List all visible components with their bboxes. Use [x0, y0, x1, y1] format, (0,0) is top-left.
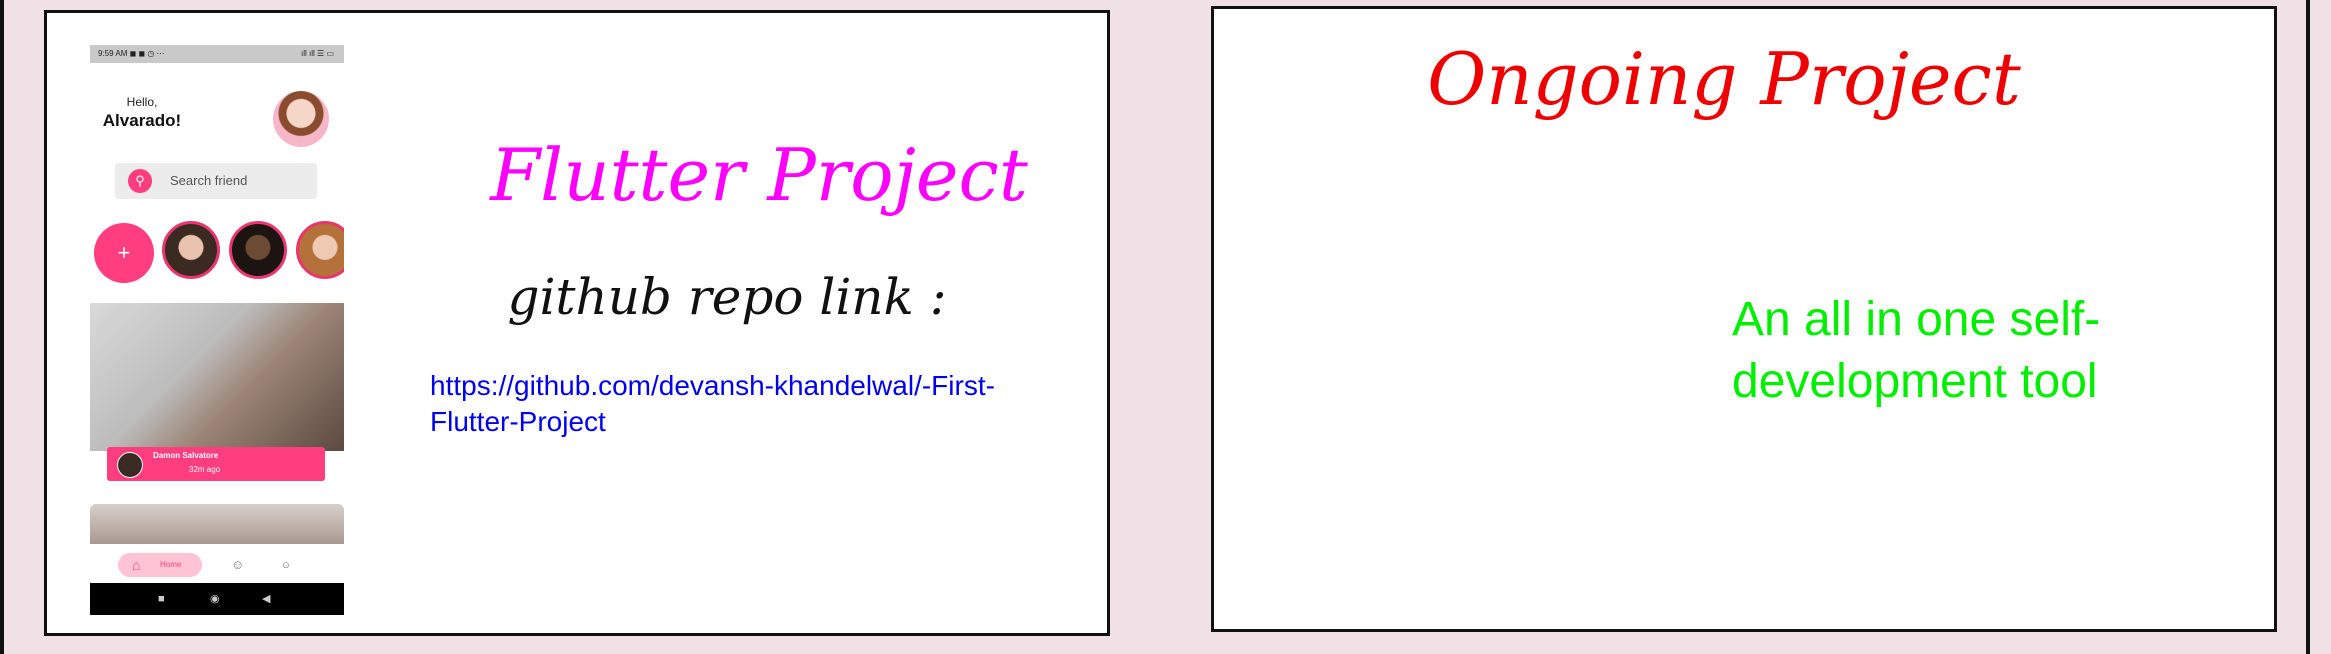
back-icon[interactable]: ◀	[262, 583, 270, 615]
ongoing-project-slide: Ongoing Project An all in one self-devel…	[1211, 6, 2277, 632]
status-bar: 9:59 AM ◼ ◼ ◷ ⋯ ıll ıll ☰ ▭	[90, 45, 344, 63]
post-author-bar[interactable]: Damon Salvatore 32m ago	[107, 447, 325, 481]
post-image[interactable]	[90, 303, 344, 451]
right-edge-line	[2306, 0, 2310, 654]
phone-screenshot: 9:59 AM ◼ ◼ ◷ ⋯ ıll ıll ☰ ▭ Hello, Alvar…	[90, 45, 344, 615]
add-story-button[interactable]: +	[94, 223, 154, 283]
bottom-nav: ⌂ Home ☺ ○	[90, 545, 344, 583]
flutter-project-title: Flutter Project	[490, 133, 1028, 217]
left-edge-line	[0, 0, 4, 654]
search-placeholder: Search friend	[170, 173, 248, 188]
story-avatar[interactable]	[162, 221, 220, 279]
repo-label: github repo link :	[507, 268, 947, 326]
project-description: An all in one self-development tool	[1732, 293, 2101, 408]
post-image-next[interactable]	[90, 504, 344, 544]
user-name: Alvarado!	[102, 111, 182, 130]
post-author-name: Damon Salvatore	[153, 451, 219, 460]
status-time: 9:59 AM ◼ ◼ ◷ ⋯	[98, 49, 165, 58]
post-time: 32m ago	[189, 465, 221, 474]
status-system-icons: ıll ıll ☰ ▭	[301, 49, 334, 58]
profile-avatar[interactable]	[273, 91, 329, 147]
ongoing-project-title: Ongoing Project	[1427, 37, 2021, 121]
chat-icon[interactable]: ○	[282, 553, 290, 577]
post-author-avatar	[117, 452, 143, 478]
nav-home-button[interactable]: ⌂ Home	[118, 553, 202, 577]
story-avatar[interactable]	[296, 221, 344, 279]
search-icon: ⚲	[128, 169, 152, 193]
search-bar[interactable]: ⚲ Search friend	[115, 163, 317, 199]
nav-home-label: Home	[160, 560, 182, 569]
recent-apps-icon[interactable]: ■	[158, 583, 165, 615]
profile-icon[interactable]: ☺	[231, 553, 244, 577]
home-circle-icon[interactable]: ◉	[210, 583, 220, 615]
system-nav-bar: ■ ◉ ◀	[90, 583, 344, 615]
repo-link[interactable]: https://github.com/devansh-khandelwal/-F…	[430, 368, 1070, 440]
greeting-text: Hello,	[126, 95, 158, 109]
story-avatar[interactable]	[229, 221, 287, 279]
home-icon: ⌂	[132, 557, 141, 573]
flutter-project-slide: 9:59 AM ◼ ◼ ◷ ⋯ ıll ıll ☰ ▭ Hello, Alvar…	[44, 10, 1110, 636]
